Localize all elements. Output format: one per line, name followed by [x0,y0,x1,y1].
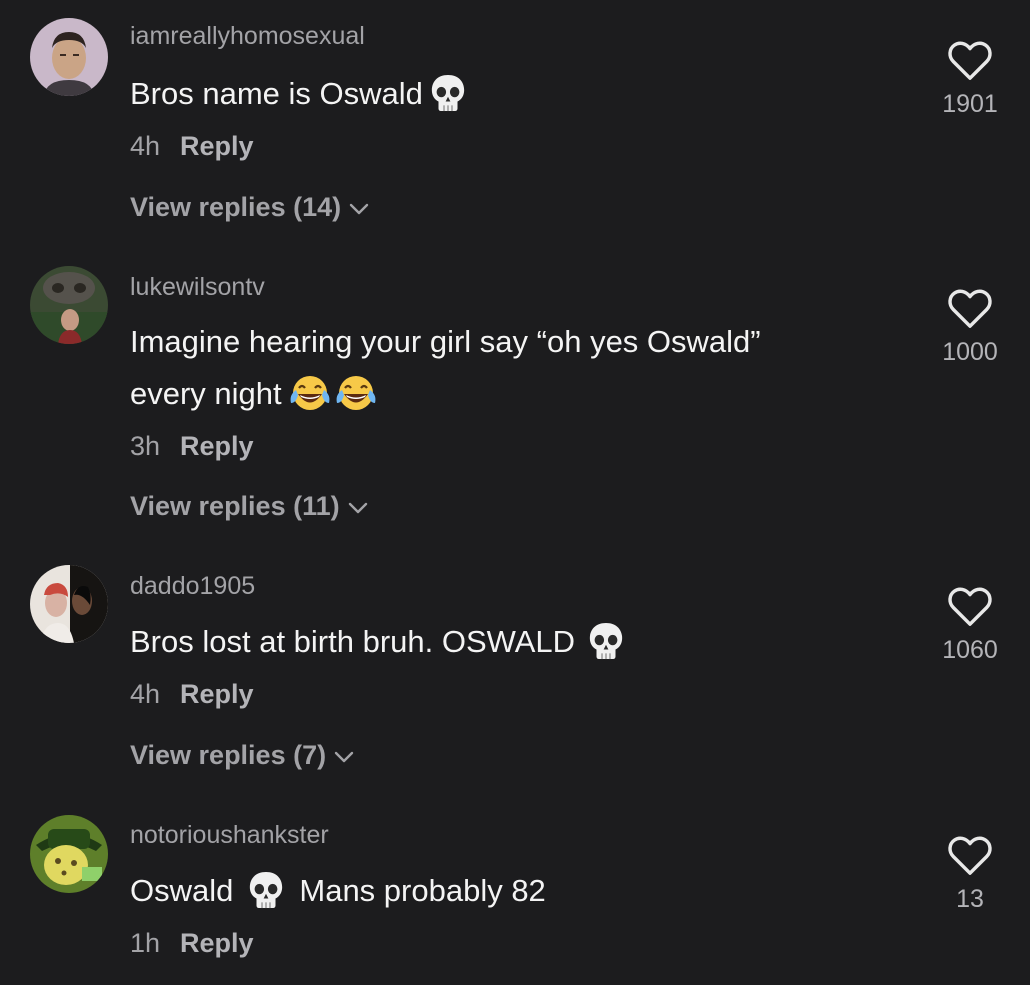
avatar[interactable] [30,266,108,344]
skull-emoji [429,73,467,113]
comment-username[interactable]: lukewilsontv [130,273,265,302]
comment-text: Oswald Mans probably 82 [130,865,546,917]
comment-username[interactable]: notorioushankster [130,821,329,850]
comment-username[interactable]: iamreallyhomosexual [130,22,365,51]
like-count: 1000 [942,338,998,366]
reply-button[interactable]: Reply [180,431,254,461]
heart-outline-icon[interactable] [920,288,1020,330]
chevron-down-icon [334,739,354,770]
comment-text-content: Bros name is Oswald [130,76,423,111]
chevron-down-icon [348,490,368,521]
like-group: 1060 [920,586,1020,665]
reply-button[interactable]: Reply [180,928,254,958]
comment-meta: 1h Reply [130,928,254,959]
comment-text-line1: Imagine hearing your girl say “oh yes Os… [130,324,761,359]
comment-time: 4h [130,131,161,161]
comment-text-content: Bros lost at birth bruh. OSWALD [130,624,576,659]
comment-text: Imagine hearing your girl say “oh yes Os… [130,316,761,368]
comment-time: 1h [130,928,161,958]
heart-outline-icon[interactable] [920,835,1020,877]
view-replies-label: View replies (7) [130,740,327,770]
heart-outline-icon[interactable] [920,40,1020,82]
avatar[interactable] [30,565,108,643]
view-replies-button[interactable]: View replies (11) [130,491,368,523]
like-count: 13 [956,885,984,913]
like-group: 1901 [920,40,1020,119]
comment-text: every night [130,368,378,420]
comment-text-line2: every night [130,376,282,411]
comment-meta: 3h Reply [130,431,254,462]
view-replies-button[interactable]: View replies (7) [130,740,354,772]
comment-time: 4h [130,679,161,709]
comment-text-content: Oswald [130,873,234,908]
comment-meta: 4h Reply [130,679,254,710]
like-group: 13 [920,835,1020,914]
comment-meta: 4h Reply [130,131,254,162]
comment-time: 3h [130,431,161,461]
chevron-down-icon [349,191,369,222]
view-replies-label: View replies (11) [130,491,340,521]
skull-emoji [247,870,285,910]
skull-emoji [587,621,625,661]
avatar[interactable] [30,18,108,96]
view-replies-label: View replies (14) [130,192,342,222]
heart-outline-icon[interactable] [920,586,1020,628]
comment-list: iamreallyhomosexual Bros name is Oswald … [0,0,1030,985]
like-group: 1000 [920,288,1020,367]
comment-text: Bros lost at birth bruh. OSWALD [130,616,625,668]
reply-button[interactable]: Reply [180,679,254,709]
comment-username[interactable]: daddo1905 [130,572,255,601]
tears-of-joy-emoji [288,373,332,413]
tears-of-joy-emoji [334,373,378,413]
like-count: 1060 [942,636,998,664]
reply-button[interactable]: Reply [180,131,254,161]
like-count: 1901 [942,90,998,118]
comment-text: Bros name is Oswald [130,68,467,120]
avatar[interactable] [30,815,108,893]
comment-text-after-emoji: Mans probably 82 [299,873,546,908]
view-replies-button[interactable]: View replies (14) [130,192,369,224]
